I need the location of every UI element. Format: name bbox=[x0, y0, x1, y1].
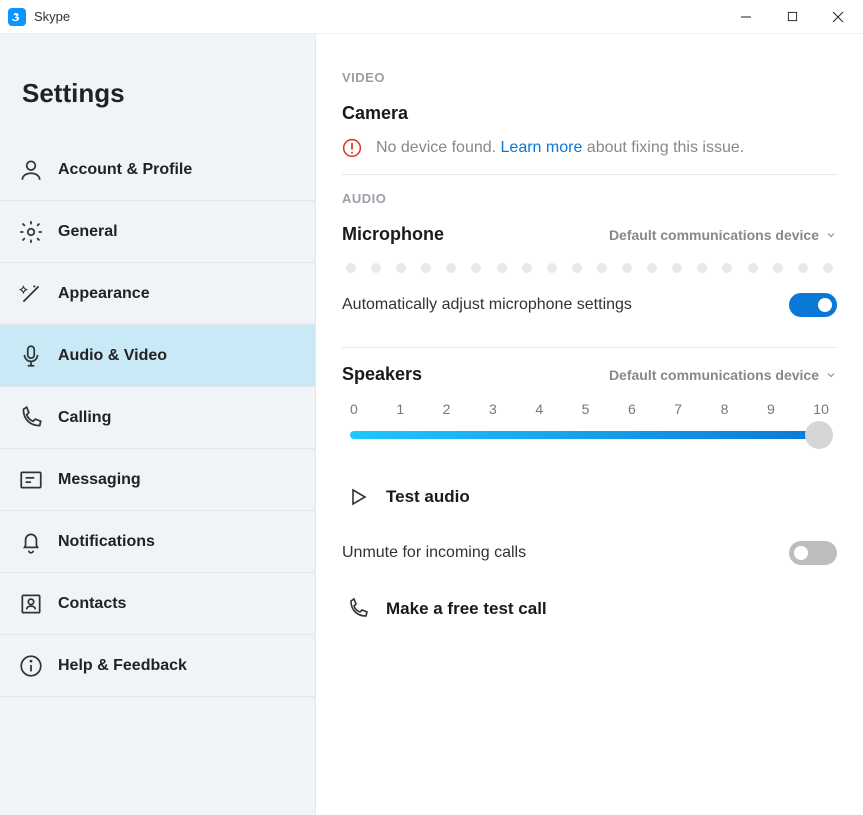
speakers-device-label: Default communications device bbox=[609, 367, 819, 383]
camera-heading: Camera bbox=[342, 103, 837, 124]
sidebar-item-label: Help & Feedback bbox=[58, 657, 187, 675]
warning-icon bbox=[342, 138, 362, 158]
sidebar-item-appearance[interactable]: Appearance bbox=[0, 263, 315, 325]
sidebar-item-label: Audio & Video bbox=[58, 347, 167, 365]
camera-warning: No device found. Learn more about fixing… bbox=[342, 138, 837, 158]
sidebar-item-audio-video[interactable]: Audio & Video bbox=[0, 325, 315, 387]
content-pane: VIDEO Camera No device found. Learn more… bbox=[316, 34, 863, 815]
sidebar-item-account-profile[interactable]: Account & Profile bbox=[0, 139, 315, 201]
sidebar-item-label: Account & Profile bbox=[58, 161, 192, 179]
sidebar-item-notifications[interactable]: Notifications bbox=[0, 511, 315, 573]
maximize-button[interactable] bbox=[769, 1, 815, 33]
unmute-incoming-toggle[interactable] bbox=[789, 541, 837, 565]
chevron-down-icon bbox=[825, 229, 837, 241]
camera-warning-prefix: No device found. bbox=[376, 139, 501, 156]
chevron-down-icon bbox=[825, 369, 837, 381]
close-button[interactable] bbox=[815, 1, 861, 33]
sidebar: Settings Account & Profile General Appea… bbox=[0, 34, 316, 815]
unmute-incoming-label: Unmute for incoming calls bbox=[342, 544, 526, 562]
slider-thumb[interactable] bbox=[805, 421, 833, 449]
auto-adjust-mic-label: Automatically adjust microphone settings bbox=[342, 296, 632, 314]
message-icon bbox=[18, 467, 44, 493]
test-audio-button[interactable]: Test audio bbox=[342, 467, 837, 527]
speakers-device-select[interactable]: Default communications device bbox=[609, 367, 837, 383]
sidebar-item-label: Messaging bbox=[58, 471, 141, 489]
speakers-heading: Speakers bbox=[342, 364, 422, 385]
sidebar-title: Settings bbox=[0, 34, 315, 139]
sidebar-item-label: Contacts bbox=[58, 595, 126, 613]
auto-adjust-mic-toggle[interactable] bbox=[789, 293, 837, 317]
sidebar-item-general[interactable]: General bbox=[0, 201, 315, 263]
microphone-icon bbox=[18, 343, 44, 369]
sidebar-item-label: General bbox=[58, 223, 118, 241]
make-test-call-button[interactable]: Make a free test call bbox=[342, 579, 837, 639]
sidebar-item-contacts[interactable]: Contacts bbox=[0, 573, 315, 635]
video-section-label: VIDEO bbox=[342, 70, 837, 85]
speaker-volume-ticks: 012345678910 bbox=[350, 401, 829, 417]
minimize-button[interactable] bbox=[723, 1, 769, 33]
sidebar-item-messaging[interactable]: Messaging bbox=[0, 449, 315, 511]
audio-section-label: AUDIO bbox=[342, 191, 837, 206]
contacts-icon bbox=[18, 591, 44, 617]
titlebar: Skype bbox=[0, 0, 863, 34]
sidebar-item-help-feedback[interactable]: Help & Feedback bbox=[0, 635, 315, 697]
sidebar-item-label: Notifications bbox=[58, 533, 155, 551]
camera-learn-more-link[interactable]: Learn more bbox=[501, 139, 583, 156]
microphone-device-label: Default communications device bbox=[609, 227, 819, 243]
person-icon bbox=[18, 157, 44, 183]
make-test-call-label: Make a free test call bbox=[386, 599, 547, 619]
play-icon bbox=[346, 485, 370, 509]
test-audio-label: Test audio bbox=[386, 487, 470, 507]
microphone-heading: Microphone bbox=[342, 224, 444, 245]
microphone-device-select[interactable]: Default communications device bbox=[609, 227, 837, 243]
sidebar-item-calling[interactable]: Calling bbox=[0, 387, 315, 449]
bell-icon bbox=[18, 529, 44, 555]
sidebar-item-label: Calling bbox=[58, 409, 111, 427]
window-title: Skype bbox=[34, 9, 70, 24]
phone-icon bbox=[346, 597, 370, 621]
info-icon bbox=[18, 653, 44, 679]
phone-icon bbox=[18, 405, 44, 431]
speaker-volume-slider[interactable] bbox=[350, 421, 829, 449]
sidebar-item-label: Appearance bbox=[58, 285, 150, 303]
gear-icon bbox=[18, 219, 44, 245]
app-icon bbox=[8, 8, 26, 26]
wand-icon bbox=[18, 281, 44, 307]
microphone-level-meter bbox=[346, 263, 833, 273]
camera-warning-suffix: about fixing this issue. bbox=[582, 139, 744, 156]
